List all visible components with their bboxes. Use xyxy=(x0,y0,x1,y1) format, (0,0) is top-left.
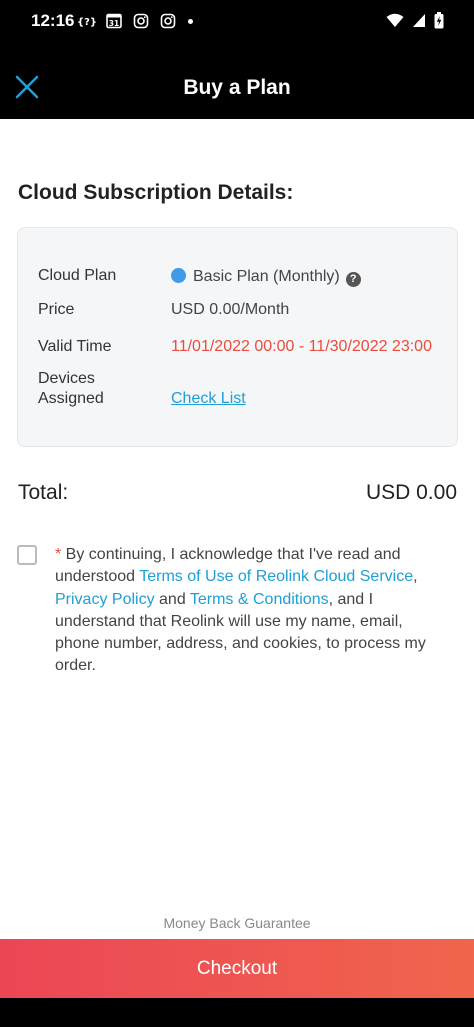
money-back-guarantee: Money Back Guarantee xyxy=(163,915,311,931)
agreement-checkbox[interactable] xyxy=(17,545,37,565)
section-title: Cloud Subscription Details: xyxy=(18,181,294,204)
agreement-text-part2: , xyxy=(413,568,418,586)
cloud-plan-label: Cloud Plan xyxy=(38,267,117,284)
price-label: Price xyxy=(38,301,75,318)
terms-of-use-link[interactable]: Terms of Use of Reolink Cloud Service xyxy=(139,568,413,585)
cellular-icon xyxy=(412,13,426,33)
wifi-icon xyxy=(386,13,404,33)
dot-icon xyxy=(188,18,193,24)
main-content: Cloud Subscription Details: Cloud Plan B… xyxy=(0,119,474,1027)
instagram-icon xyxy=(159,12,177,30)
status-time: 12:16 xyxy=(31,11,75,30)
status-bar: 12:16 {?} 31 xyxy=(0,0,474,44)
valid-time-label: Valid Time xyxy=(38,338,112,355)
bracket-icon: {?} xyxy=(78,12,96,30)
battery-icon xyxy=(434,12,444,34)
help-icon[interactable]: ? xyxy=(345,272,361,287)
status-icons-right xyxy=(386,12,444,34)
plan-dot-icon xyxy=(171,268,186,283)
total-value: USD 0.00 xyxy=(365,481,457,504)
subscription-details-card: Cloud Plan Basic Plan (Monthly)? Price U… xyxy=(17,227,458,447)
navigation-bar xyxy=(0,998,474,1027)
svg-text:31: 31 xyxy=(109,19,119,28)
terms-conditions-link[interactable]: Terms & Conditions xyxy=(190,591,329,608)
valid-time-value: 11/01/2022 00:00 - 11/30/2022 23:00 xyxy=(171,338,432,355)
agreement-text-part3: and xyxy=(154,590,190,608)
price-value: USD 0.00/Month xyxy=(171,301,290,318)
devices-label-line2: Assigned xyxy=(38,390,104,407)
checkout-button[interactable]: Checkout xyxy=(0,939,474,998)
instagram-icon xyxy=(132,12,150,30)
svg-text:{?}: {?} xyxy=(78,17,96,28)
cloud-plan-value: Basic Plan (Monthly) xyxy=(193,268,340,285)
cloud-plan-value-row: Basic Plan (Monthly)? xyxy=(171,267,361,287)
app-bar: Buy a Plan xyxy=(0,44,474,119)
agreement-text: * By continuing, I acknowledge that I've… xyxy=(55,544,450,678)
devices-label-line1: Devices xyxy=(38,370,95,387)
page-title: Buy a Plan xyxy=(183,76,291,99)
total-label: Total: xyxy=(18,481,69,504)
calendar-icon: 31 xyxy=(105,12,123,30)
status-icons-left: {?} 31 xyxy=(78,12,193,30)
privacy-policy-link[interactable]: Privacy Policy xyxy=(55,591,155,608)
check-list-link[interactable]: Check List xyxy=(171,389,246,409)
